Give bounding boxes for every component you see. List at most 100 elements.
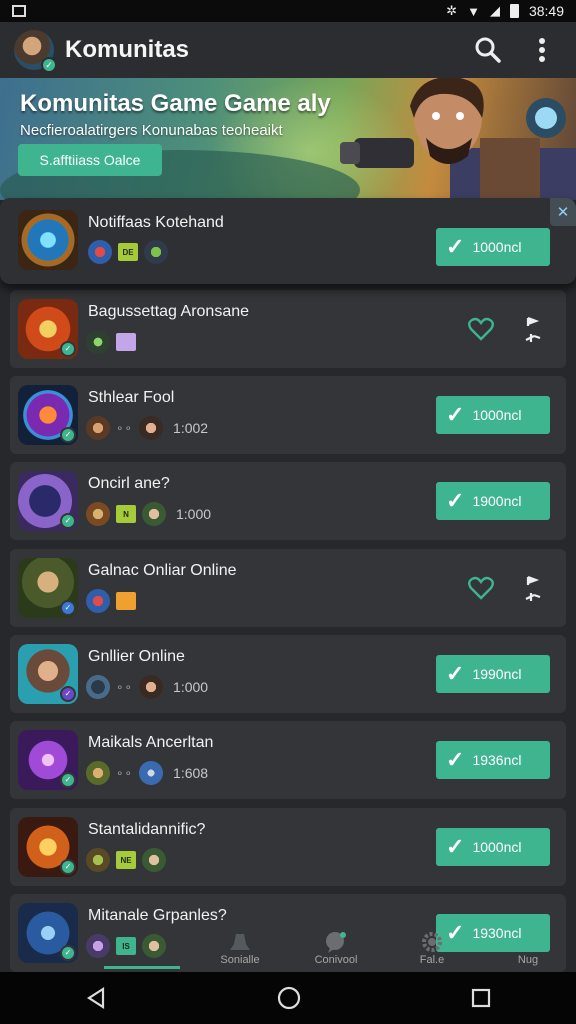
list-item[interactable]: ✓ Bagussettag Aronsane xyxy=(10,290,566,368)
status-time: 38:49 xyxy=(528,3,564,19)
game-icon: ✓ xyxy=(18,644,78,704)
game-icon: ✓ xyxy=(18,817,78,877)
favorite-button[interactable] xyxy=(468,576,494,600)
more-vert-icon xyxy=(539,38,545,62)
join-button[interactable]: ✓ 1990ncl xyxy=(436,655,550,693)
list-item[interactable]: ✓ Stantalidannific? NE ✓ 1000ncl xyxy=(10,808,566,886)
game-title: Oncirl ane? xyxy=(88,475,170,492)
join-button-label: 1000ncl xyxy=(472,839,522,855)
game-title: Maikals Ancerltan xyxy=(88,734,214,751)
notification-tag: DE xyxy=(118,243,138,261)
list-item[interactable]: ✓ Galnac Onliar Online xyxy=(10,549,566,627)
hat-icon xyxy=(230,934,250,950)
verified-badge-icon: ✓ xyxy=(60,772,76,788)
tab-list[interactable] xyxy=(96,922,192,972)
search-icon xyxy=(475,37,501,63)
check-icon: ✓ xyxy=(446,402,465,427)
game-icon: ✓ xyxy=(18,385,78,445)
check-icon: ✓ xyxy=(446,661,465,686)
wifi-icon: ▼ xyxy=(467,3,480,19)
chat-icon xyxy=(326,932,346,953)
list-icon xyxy=(130,942,158,966)
notification-join-button[interactable]: ✓ 1000ncl xyxy=(436,228,550,266)
game-title: Bagussettag Aronsane xyxy=(88,303,250,320)
join-button[interactable]: ✓ 1900ncl xyxy=(436,482,550,520)
join-button[interactable]: ✓ 1000ncl xyxy=(436,396,550,434)
game-title: Gnllier Online xyxy=(88,648,185,665)
hero-cta-button[interactable]: S.afftiiass Oalce xyxy=(18,144,162,176)
back-button[interactable] xyxy=(85,987,107,1009)
member-count: 1:608 xyxy=(173,765,209,781)
close-icon: ✕ xyxy=(556,204,570,221)
join-button[interactable]: ✓ 1000ncl xyxy=(436,828,550,866)
list-item[interactable]: ✓ Gnllier Online ∘∘ 1:000 ✓ 1990ncl xyxy=(10,635,566,713)
join-button[interactable]: ✓ 1936ncl xyxy=(436,741,550,779)
hero-subtitle: Necfieroalatirgers Konunabas teoheaikt xyxy=(20,122,283,139)
member-avatar xyxy=(86,416,110,440)
overflow-menu-button[interactable] xyxy=(522,30,562,70)
member-avatar xyxy=(139,416,164,440)
check-icon: ✓ xyxy=(446,834,465,859)
member-count: 1:000 xyxy=(176,506,212,522)
member-avatar xyxy=(139,761,164,785)
member-avatar xyxy=(144,240,168,264)
bottom-tab-bar: Sonialle Conivool Fal.e Nug xyxy=(0,922,576,972)
hero-title: Komunitas Game Game aly xyxy=(20,90,331,117)
tab-home[interactable] xyxy=(0,922,96,972)
tab-label: Fal.e xyxy=(419,954,445,966)
close-notification-button[interactable]: ✕ xyxy=(550,198,576,226)
system-nav-bar xyxy=(0,972,576,1024)
list-item[interactable]: ✓ Sthlear Fool ∘∘ 1:002 ✓ 1000ncl xyxy=(10,376,566,454)
profile-avatar[interactable]: ✓ xyxy=(14,30,57,73)
game-icon: ✓ xyxy=(18,299,78,359)
notification-game-icon xyxy=(18,210,78,270)
settings-status-icon: ✲ xyxy=(446,3,458,18)
member-count: 1:000 xyxy=(173,679,209,695)
member-avatar xyxy=(86,675,110,699)
check-icon: ✓ xyxy=(446,234,465,259)
member-avatar xyxy=(88,240,112,264)
favorite-button[interactable] xyxy=(468,317,494,341)
verified-badge-icon: ✓ xyxy=(41,57,57,73)
game-title: Stantalidannific? xyxy=(88,821,206,838)
more-members-icon: ∘∘ xyxy=(116,680,134,694)
tab-label: Conivool xyxy=(314,954,358,966)
notification-title: Notiffaas Kotehand xyxy=(88,214,224,231)
signal-icon: ◢ xyxy=(489,3,500,18)
list-item[interactable]: ✓ Oncirl ane? N 1:000 ✓ 1900ncl xyxy=(10,462,566,540)
member-avatar xyxy=(86,848,110,872)
member-avatar xyxy=(86,761,110,785)
more-members-icon: ∘∘ xyxy=(116,766,134,780)
game-icon: ✓ xyxy=(18,730,78,790)
verified-badge-icon: ✓ xyxy=(60,686,76,702)
notification-card[interactable]: Notiffaas Kotehand DE ✓ 1000ncl ✕ xyxy=(0,198,576,284)
game-icon: ✓ xyxy=(18,471,78,531)
share-button[interactable] xyxy=(522,571,544,605)
recents-button[interactable] xyxy=(471,988,491,1008)
member-avatar xyxy=(86,330,110,354)
tab-social[interactable]: Sonialle xyxy=(192,922,288,972)
tab-settings[interactable]: Fal.e xyxy=(384,922,480,972)
member-count: 1:002 xyxy=(173,420,209,436)
active-tab-indicator xyxy=(104,966,180,969)
tab-label: Nug xyxy=(517,954,539,966)
tab-more[interactable]: Nug xyxy=(480,922,576,972)
search-button[interactable] xyxy=(468,30,508,70)
hero-banner[interactable]: Komunitas Game Game aly Necfieroalatirge… xyxy=(0,78,576,200)
app-bar: ✓ Komunitas xyxy=(0,22,576,78)
verified-badge-icon: ✓ xyxy=(60,859,76,875)
verified-badge-icon: ✓ xyxy=(60,513,76,529)
member-avatar xyxy=(86,502,110,526)
list-item[interactable]: ✓ Maikals Ancerltan ∘∘ 1:608 ✓ 1936ncl xyxy=(10,721,566,799)
member-tag xyxy=(116,333,136,351)
member-tag xyxy=(116,592,136,610)
home-icon xyxy=(34,942,62,966)
member-avatar xyxy=(139,675,164,699)
game-title: Sthlear Fool xyxy=(88,389,175,406)
tab-chat[interactable]: Conivool xyxy=(288,922,384,972)
home-button[interactable] xyxy=(277,986,301,1010)
check-icon: ✓ xyxy=(446,488,465,513)
share-button[interactable] xyxy=(522,312,544,346)
join-button-label: 1936ncl xyxy=(472,752,522,768)
member-avatar xyxy=(86,589,110,613)
